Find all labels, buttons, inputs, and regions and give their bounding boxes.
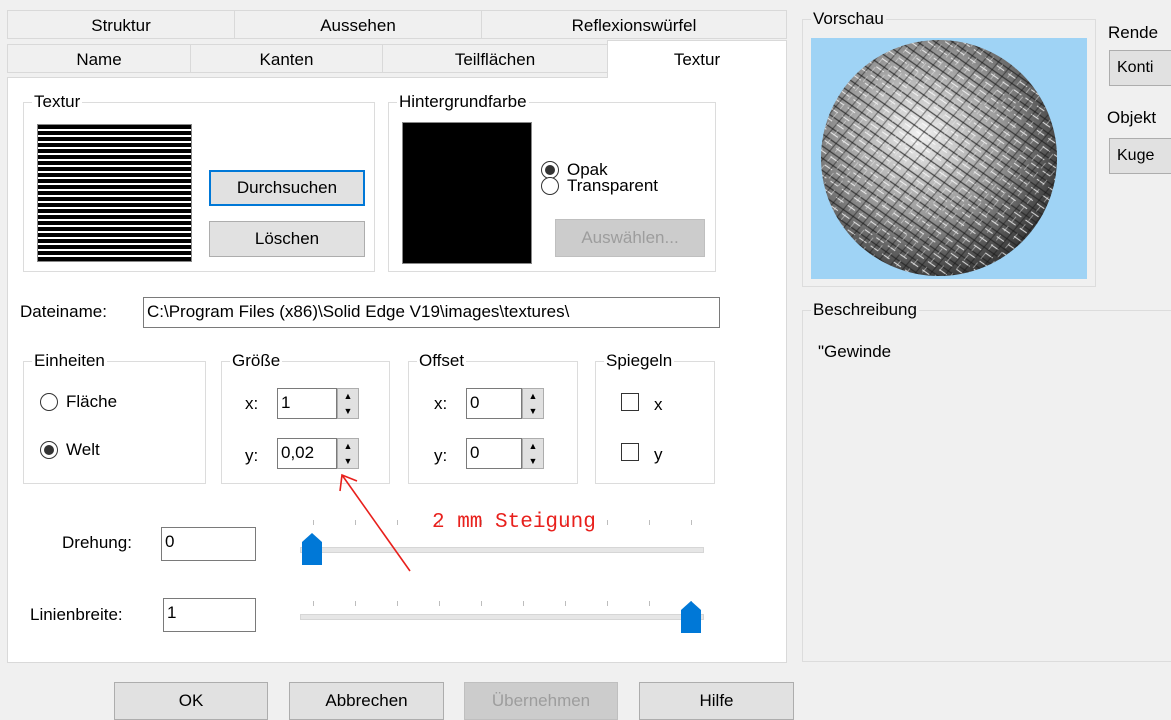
select-color-button[interactable]: Auswählen... (555, 219, 705, 257)
delete-button[interactable]: Löschen (209, 221, 365, 257)
preview-legend: Vorschau (811, 8, 886, 30)
rotation-label: Drehung: (62, 533, 132, 552)
tab-kanten[interactable]: Kanten (190, 44, 383, 73)
transparent-radio[interactable] (541, 177, 559, 195)
texture-legend: Textur (32, 91, 83, 113)
apply-button[interactable]: Übernehmen (464, 682, 618, 720)
tab-textur[interactable]: Textur (607, 40, 787, 78)
offset-y-field[interactable]: 0 (466, 438, 522, 469)
tab-struktur[interactable]: Struktur (7, 10, 235, 39)
mirror-x-checkbox[interactable] (621, 393, 639, 411)
filename-label: Dateiname: (20, 302, 107, 321)
units-legend: Einheiten (32, 350, 107, 372)
browse-button[interactable]: Durchsuchen (209, 170, 365, 206)
size-y-field[interactable]: 0,02 (277, 438, 337, 469)
tab-teilflaechen[interactable]: Teilflächen (382, 44, 608, 73)
annotation-text: 2 mm Steigung (432, 511, 596, 534)
filename-field[interactable]: C:\Program Files (x86)\Solid Edge V19\im… (143, 297, 720, 328)
cancel-button[interactable]: Abbrechen (289, 682, 444, 720)
render-label: Rende (1108, 23, 1159, 42)
annotation-arrow (339, 473, 411, 572)
size-x-stepper[interactable]: ▲ ▼ (337, 388, 359, 419)
object-dropdown[interactable]: Kuge (1109, 138, 1171, 174)
object-label: Objekt (1107, 108, 1157, 127)
mirror-y-checkbox[interactable] (621, 443, 639, 461)
texture-preview (37, 124, 192, 262)
size-y-label: y: (245, 446, 259, 465)
render-dropdown[interactable]: Konti (1109, 50, 1171, 86)
world-radio[interactable] (40, 441, 58, 459)
tab-name[interactable]: Name (7, 44, 191, 73)
size-legend: Größe (230, 350, 283, 372)
preview-sphere-image (811, 38, 1087, 279)
size-x-label: x: (245, 394, 259, 413)
mirror-y-label: y (654, 445, 663, 464)
offset-x-field[interactable]: 0 (466, 388, 522, 419)
linewidth-field[interactable]: 1 (163, 598, 256, 632)
linewidth-slider-ticks (313, 601, 693, 607)
offset-y-stepper[interactable]: ▲ ▼ (522, 438, 544, 469)
tab-reflexionswuerfel[interactable]: Reflexionswürfel (481, 10, 787, 39)
linewidth-label: Linienbreite: (30, 605, 123, 624)
surface-label: Fläche (66, 392, 118, 411)
linewidth-slider-track[interactable] (300, 614, 704, 620)
mirror-legend: Spiegeln (604, 350, 675, 372)
background-color-swatch[interactable] (402, 122, 532, 264)
description-legend: Beschreibung (811, 299, 919, 321)
transparent-label: Transparent (567, 176, 659, 195)
tab-aussehen[interactable]: Aussehen (234, 10, 482, 39)
offset-x-stepper[interactable]: ▲ ▼ (522, 388, 544, 419)
description-text: "Gewinde (818, 342, 892, 361)
units-group: Einheiten (23, 350, 206, 484)
help-button[interactable]: Hilfe (639, 682, 794, 720)
surface-radio[interactable] (40, 393, 58, 411)
offset-legend: Offset (417, 350, 467, 372)
rotation-slider-thumb[interactable] (301, 532, 323, 566)
rotation-field[interactable]: 0 (161, 527, 256, 561)
linewidth-slider-thumb[interactable] (680, 600, 702, 634)
offset-x-label: x: (434, 394, 448, 413)
world-label: Welt (66, 440, 100, 459)
size-x-field[interactable]: 1 (277, 388, 337, 419)
ok-button[interactable]: OK (114, 682, 268, 720)
background-legend: Hintergrundfarbe (397, 91, 529, 113)
mirror-x-label: x (654, 395, 663, 414)
offset-y-label: y: (434, 446, 448, 465)
